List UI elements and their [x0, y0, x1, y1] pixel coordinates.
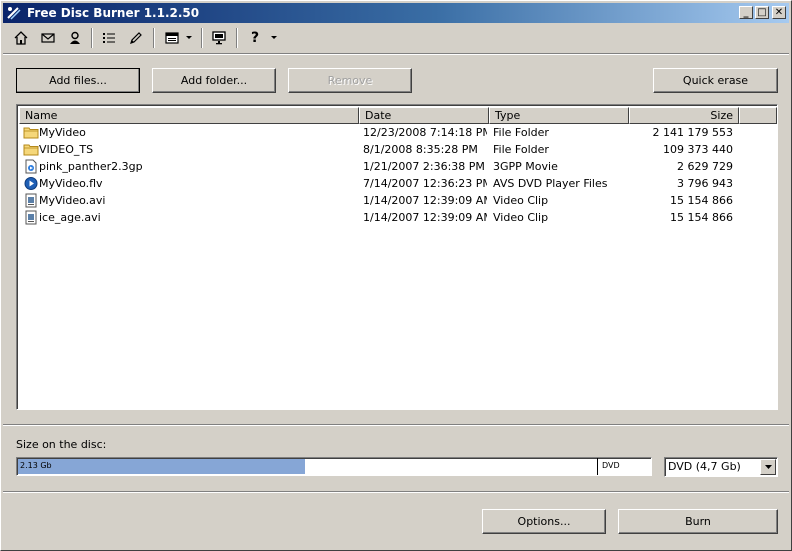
file-date: 7/14/2007 12:36:23 PM: [363, 177, 487, 190]
list-icon: [103, 33, 115, 43]
folder-icon: [23, 144, 39, 156]
disc-type-dropdown-button[interactable]: [760, 459, 776, 475]
remove-button[interactable]: Remove: [288, 68, 412, 93]
window-icon: [165, 32, 179, 44]
monitor-button[interactable]: [208, 28, 230, 48]
home-button[interactable]: [10, 28, 32, 48]
user-button[interactable]: [64, 28, 86, 48]
divider: [3, 491, 789, 493]
email-button[interactable]: [37, 28, 59, 48]
edit-button[interactable]: [125, 28, 147, 48]
chevron-down-icon: [764, 465, 772, 469]
disc-usage-fill: [18, 459, 305, 474]
file-size: 3 796 943: [677, 177, 733, 190]
file-type: File Folder: [493, 143, 549, 156]
pencil-icon: [130, 32, 142, 44]
disc-type-select[interactable]: DVD (4,7 Gb): [664, 457, 778, 477]
disc-capacity-label: DVD: [602, 461, 620, 470]
column-header-name[interactable]: Name: [19, 107, 359, 124]
divider: [3, 53, 789, 55]
divider: [3, 424, 789, 426]
app-window: Free Disc Burner 1.1.2.50 _ □ ✕ ? Add fi…: [0, 0, 792, 551]
view-dropdown-button[interactable]: [183, 28, 195, 48]
help-dropdown-button[interactable]: [268, 28, 280, 48]
file-size: 15 154 866: [670, 211, 733, 224]
file-name: MyVideo: [39, 126, 86, 139]
file-name: VIDEO_TS: [39, 143, 94, 156]
file-date: 1/21/2007 2:36:38 PM: [363, 160, 485, 173]
title-bar[interactable]: Free Disc Burner 1.1.2.50 _ □ ✕: [3, 3, 789, 23]
column-header-size[interactable]: Size: [629, 107, 739, 124]
disc-capacity-marker: [597, 458, 598, 475]
column-header-date[interactable]: Date: [359, 107, 489, 124]
file-type: Video Clip: [493, 194, 549, 207]
disc-usage-text: 2.13 Gb: [20, 461, 52, 470]
chevron-down-icon: [186, 36, 192, 39]
table-row[interactable]: MyVideo.flv 7/14/2007 12:36:23 PM AVS DV…: [19, 175, 777, 192]
mail-icon: [41, 33, 55, 43]
file-size: 2 141 179 553: [652, 126, 733, 139]
avi-file-icon: [25, 193, 37, 208]
monitor-icon: [212, 31, 226, 45]
file-size: 2 629 729: [677, 160, 733, 173]
disc-type-value: DVD (4,7 Gb): [668, 460, 741, 473]
file-name: pink_panther2.3gp: [39, 160, 143, 173]
view-button[interactable]: [161, 28, 183, 48]
file-size: 109 373 440: [663, 143, 733, 156]
avi-file-icon: [25, 210, 37, 225]
file-date: 1/14/2007 12:39:09 AM: [363, 211, 487, 224]
close-button[interactable]: ✕: [772, 6, 786, 19]
3gp-file-icon: [25, 159, 37, 174]
column-header-filler: [739, 107, 777, 124]
help-button[interactable]: ?: [244, 28, 266, 48]
file-list-header: Name Date Type Size: [19, 107, 777, 124]
table-row[interactable]: VIDEO_TS 8/1/2008 8:35:28 PM File Folder…: [19, 141, 777, 158]
disc-usage-bar: 2.13 Gb DVD: [16, 457, 652, 476]
list-button[interactable]: [98, 28, 120, 48]
table-row[interactable]: ice_age.avi 1/14/2007 12:39:09 AM Video …: [19, 209, 777, 226]
help-icon: ?: [250, 30, 260, 46]
file-name: MyVideo.avi: [39, 194, 106, 207]
add-files-button[interactable]: Add files...: [16, 68, 140, 93]
toolbar-separator: [201, 28, 203, 48]
table-row[interactable]: pink_panther2.3gp 1/21/2007 2:36:38 PM 3…: [19, 158, 777, 175]
options-button[interactable]: Options...: [482, 509, 606, 534]
file-type: File Folder: [493, 126, 549, 139]
column-header-type[interactable]: Type: [489, 107, 629, 124]
window-title: Free Disc Burner 1.1.2.50: [27, 6, 200, 20]
file-name: MyVideo.flv: [39, 177, 103, 190]
disc-size-label: Size on the disc:: [16, 438, 107, 451]
file-date: 8/1/2008 8:35:28 PM: [363, 143, 478, 156]
table-row[interactable]: MyVideo 12/23/2008 7:14:18 PM File Folde…: [19, 124, 777, 141]
file-type: Video Clip: [493, 211, 549, 224]
quick-erase-button[interactable]: Quick erase: [653, 68, 778, 93]
toolbar-separator: [153, 28, 155, 48]
minimize-button[interactable]: _: [739, 6, 753, 19]
flv-file-icon: [24, 177, 38, 190]
app-logo-icon: [7, 7, 21, 20]
home-icon: [14, 31, 28, 45]
file-name: ice_age.avi: [39, 211, 101, 224]
file-type: AVS DVD Player Files: [493, 177, 608, 190]
toolbar-separator: [236, 28, 238, 48]
burn-button[interactable]: Burn: [618, 509, 778, 534]
chevron-down-icon: [271, 36, 277, 39]
toolbar-separator: [91, 28, 93, 48]
file-size: 15 154 866: [670, 194, 733, 207]
file-date: 12/23/2008 7:14:18 PM: [363, 126, 487, 139]
file-date: 1/14/2007 12:39:09 AM: [363, 194, 487, 207]
add-folder-button[interactable]: Add folder...: [152, 68, 276, 93]
toolbar: ?: [3, 25, 789, 53]
folder-icon: [23, 127, 39, 139]
file-type: 3GPP Movie: [493, 160, 558, 173]
maximize-button[interactable]: □: [755, 6, 769, 19]
user-icon: [70, 31, 80, 44]
file-list[interactable]: Name Date Type Size MyVideo 12/23/2008 7…: [16, 104, 778, 410]
table-row[interactable]: MyVideo.avi 1/14/2007 12:39:09 AM Video …: [19, 192, 777, 209]
